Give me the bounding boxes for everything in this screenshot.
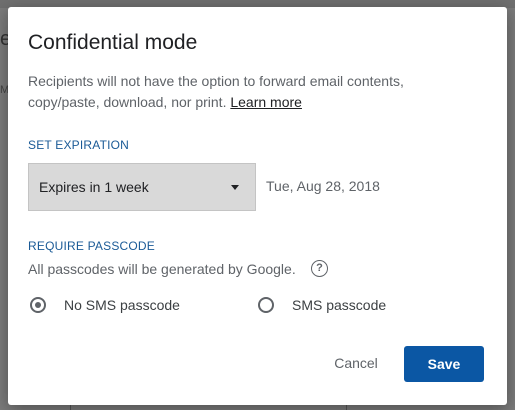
cancel-button[interactable]: Cancel [326, 347, 386, 379]
sms-passcode-label[interactable]: SMS passcode [292, 297, 386, 313]
expiration-selected-value: Expires in 1 week [39, 179, 149, 195]
help-icon[interactable]: ? [311, 260, 328, 277]
set-expiration-label: SET EXPIRATION [28, 138, 130, 152]
no-sms-passcode-radio[interactable] [30, 297, 46, 313]
dialog-description: Recipients will not have the option to f… [28, 71, 468, 113]
no-sms-passcode-label[interactable]: No SMS passcode [64, 297, 180, 313]
sms-passcode-radio[interactable] [258, 297, 274, 313]
dialog-title: Confidential mode [28, 31, 198, 54]
dropdown-arrow-icon [231, 185, 239, 190]
expiration-select[interactable]: Expires in 1 week [28, 163, 256, 211]
learn-more-link[interactable]: Learn more [230, 94, 302, 110]
require-passcode-label: REQUIRE PASSCODE [28, 239, 156, 253]
description-text: Recipients will not have the option to f… [28, 73, 404, 110]
confidential-mode-dialog: Confidential mode Recipients will not ha… [8, 7, 507, 405]
save-button[interactable]: Save [404, 346, 484, 382]
expiration-date: Tue, Aug 28, 2018 [266, 178, 380, 194]
passcode-info: All passcodes will be generated by Googl… [28, 261, 296, 277]
